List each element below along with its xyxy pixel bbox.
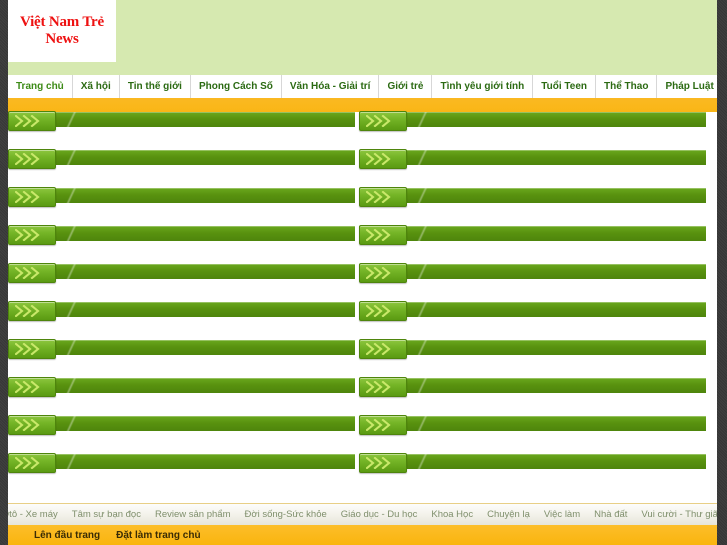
section-header-bar[interactable]: [359, 187, 706, 207]
site-header: Việt Nam Trẻ News: [8, 0, 717, 75]
nav-tab-0[interactable]: Trang chủ: [8, 75, 73, 98]
nav-tab-4[interactable]: Văn Hóa - Giải trí: [281, 75, 380, 98]
double-chevron-right-icon: [8, 415, 56, 435]
double-chevron-right-icon: [8, 301, 56, 321]
double-chevron-right-icon: [359, 111, 407, 131]
section-header-bar[interactable]: [359, 263, 706, 283]
section-header-bar[interactable]: [359, 149, 706, 169]
page-frame: Việt Nam Trẻ News Trang chủ Xã hội Tin thế…: [0, 0, 727, 545]
footer-category-link[interactable]: Nhà đất: [587, 509, 634, 520]
nav-tab-list: Trang chủ Xã hội Tin thế giới Phong Cách Số…: [8, 75, 717, 98]
double-chevron-right-icon: [359, 301, 407, 321]
content-column-right: [359, 111, 706, 492]
footer-category-link[interactable]: Đời sống-Sức khỏe: [237, 509, 333, 520]
footer-category-bar: Ôtô - Xe máyTâm sự bạn đọcReview sản phẩ…: [8, 503, 717, 525]
double-chevron-right-icon: [359, 225, 407, 245]
double-chevron-right-icon: [8, 339, 56, 359]
main-navigation: Trang chủ Xã hội Tin thế giới Phong Cách Số…: [8, 75, 717, 112]
footer-category-link[interactable]: Giáo dục - Du học: [334, 509, 425, 520]
footer-category-link[interactable]: Review sản phẩm: [148, 509, 238, 520]
section-header-bar[interactable]: [359, 339, 706, 359]
nav-tab-label: Xã hội: [80, 81, 111, 92]
double-chevron-right-icon: [8, 149, 56, 169]
section-header-bar[interactable]: [8, 187, 355, 207]
double-chevron-right-icon: [359, 339, 407, 359]
nav-tab-2[interactable]: Tin thế giới: [119, 75, 191, 98]
footer-utility-link[interactable]: Lên đầu trang: [34, 530, 100, 541]
section-header-bar[interactable]: [359, 415, 706, 435]
section-header-bar[interactable]: [8, 339, 355, 359]
section-header-bar[interactable]: [359, 301, 706, 321]
double-chevron-right-icon: [359, 263, 407, 283]
nav-tab-label: Văn Hóa - Giải trí: [289, 81, 371, 92]
footer-category-link[interactable]: Khoa Học: [424, 509, 480, 520]
nav-tab-7[interactable]: Tuổi Teen: [533, 75, 596, 98]
nav-tab-label: Tuổi Teen: [541, 81, 587, 92]
nav-tab-3[interactable]: Phong Cách Số: [190, 75, 282, 98]
double-chevron-right-icon: [8, 453, 56, 473]
double-chevron-right-icon: [359, 149, 407, 169]
nav-tab-label: Phong Cách Số: [198, 81, 273, 92]
footer-category-link[interactable]: Việc làm: [537, 509, 587, 520]
nav-tab-label: Pháp Luật: [665, 81, 714, 92]
section-header-bar[interactable]: [359, 111, 706, 131]
nav-tab-label: Tin thế giới: [127, 81, 182, 92]
footer-category-link[interactable]: Tâm sự bạn đọc: [65, 509, 148, 520]
double-chevron-right-icon: [8, 377, 56, 397]
section-header-bar[interactable]: [8, 301, 355, 321]
nav-tab-9[interactable]: Pháp Luật: [657, 75, 717, 98]
footer-utility-link[interactable]: Đặt làm trang chủ: [116, 530, 200, 541]
footer-category-link[interactable]: Ôtô - Xe máy: [8, 509, 65, 520]
section-header-bar[interactable]: [8, 377, 355, 397]
nav-tab-label: Trang chủ: [16, 81, 64, 92]
nav-tab-label: Giới trẻ: [387, 81, 424, 92]
nav-tab-label: Thể Thao: [604, 81, 649, 92]
section-header-bar[interactable]: [359, 453, 706, 473]
double-chevron-right-icon: [359, 187, 407, 207]
section-header-bar[interactable]: [359, 377, 706, 397]
double-chevron-right-icon: [359, 415, 407, 435]
nav-tab-6[interactable]: Tình yêu giới tính: [432, 75, 534, 98]
double-chevron-right-icon: [8, 225, 56, 245]
logo-text: Việt Nam Trẻ News: [20, 14, 104, 47]
footer-link-bar: Lên đầu trang Đặt làm trang chủ: [8, 525, 717, 545]
section-header-bar[interactable]: [8, 453, 355, 473]
double-chevron-right-icon: [8, 111, 56, 131]
double-chevron-right-icon: [359, 453, 407, 473]
footer-category-link[interactable]: Vui cười - Thư giãn: [634, 509, 717, 520]
section-header-bar[interactable]: [8, 225, 355, 245]
section-header-bar[interactable]: [8, 149, 355, 169]
nav-tab-1[interactable]: Xã hội: [72, 75, 120, 98]
main-content: [8, 111, 717, 497]
content-column-left: [8, 111, 355, 492]
nav-tab-8[interactable]: Thể Thao: [596, 75, 658, 98]
site-body: Việt Nam Trẻ News Trang chủ Xã hội Tin thế…: [8, 0, 717, 545]
nav-tab-5[interactable]: Giới trẻ: [379, 75, 433, 98]
double-chevron-right-icon: [8, 263, 56, 283]
section-header-bar[interactable]: [8, 263, 355, 283]
section-header-bar[interactable]: [8, 415, 355, 435]
logo[interactable]: Việt Nam Trẻ News: [8, 0, 116, 62]
footer-category-link[interactable]: Chuyện lạ: [480, 509, 537, 520]
nav-tab-label: Tình yêu giới tính: [440, 81, 525, 92]
double-chevron-right-icon: [8, 187, 56, 207]
section-header-bar[interactable]: [359, 225, 706, 245]
double-chevron-right-icon: [359, 377, 407, 397]
section-header-bar[interactable]: [8, 111, 355, 131]
